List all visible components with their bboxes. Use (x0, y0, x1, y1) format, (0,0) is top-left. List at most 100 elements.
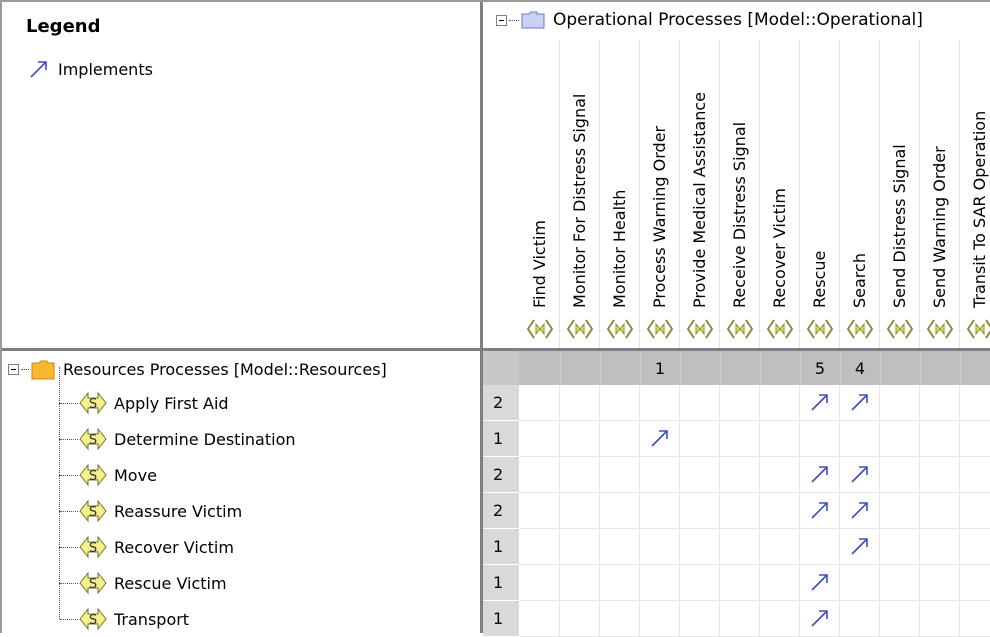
matrix-cell[interactable] (520, 565, 560, 601)
column-header[interactable]: Search (840, 60, 880, 308)
column-header[interactable]: Rescue (800, 60, 840, 308)
row-item[interactable]: S Reassure Victim (78, 493, 242, 529)
column-header[interactable]: Monitor For Distress Signal (560, 60, 600, 308)
collapse-toggle[interactable] (8, 363, 19, 375)
matrix-cell[interactable] (880, 457, 920, 493)
matrix-cell[interactable] (680, 493, 720, 529)
matrix-cell[interactable] (680, 457, 720, 493)
matrix-cell[interactable] (800, 421, 840, 457)
matrix-cell[interactable] (800, 565, 840, 601)
matrix-cell[interactable] (960, 457, 990, 493)
matrix-cell[interactable] (760, 601, 800, 637)
matrix-cell[interactable] (960, 421, 990, 457)
matrix-cell[interactable] (840, 565, 880, 601)
row-item[interactable]: S Rescue Victim (78, 565, 227, 601)
matrix-cell[interactable] (560, 565, 600, 601)
matrix-cell[interactable] (760, 493, 800, 529)
matrix-cell[interactable] (560, 529, 600, 565)
matrix-cell[interactable] (720, 493, 760, 529)
matrix-cell[interactable] (760, 457, 800, 493)
column-header[interactable]: Send Distress Signal (880, 60, 920, 308)
matrix-cell[interactable] (640, 421, 680, 457)
matrix-cell[interactable] (600, 565, 640, 601)
matrix-cell[interactable] (600, 421, 640, 457)
matrix-cell[interactable] (960, 565, 990, 601)
matrix-cell[interactable] (720, 385, 760, 421)
column-header[interactable]: Find Victim (520, 60, 560, 308)
matrix-cell[interactable] (520, 385, 560, 421)
matrix-cell[interactable] (640, 529, 680, 565)
matrix-cell[interactable] (640, 385, 680, 421)
row-item[interactable]: S Apply First Aid (78, 385, 229, 421)
matrix-cell[interactable] (600, 493, 640, 529)
matrix-cell[interactable] (800, 493, 840, 529)
matrix-cell[interactable] (680, 565, 720, 601)
matrix-cell[interactable] (840, 601, 880, 637)
matrix-cell[interactable] (720, 421, 760, 457)
collapse-toggle[interactable] (496, 14, 507, 26)
column-header[interactable]: Recover Victim (760, 60, 800, 308)
matrix-cell[interactable] (520, 601, 560, 637)
row-item[interactable]: S Determine Destination (78, 421, 296, 457)
matrix-cell[interactable] (720, 457, 760, 493)
matrix-cell[interactable] (920, 385, 960, 421)
matrix-cell[interactable] (880, 601, 920, 637)
matrix-cell[interactable] (840, 529, 880, 565)
matrix-cell[interactable] (640, 601, 680, 637)
matrix-cell[interactable] (960, 601, 990, 637)
matrix-cell[interactable] (560, 421, 600, 457)
matrix-cell[interactable] (800, 601, 840, 637)
matrix-cell[interactable] (880, 493, 920, 529)
matrix-cell[interactable] (880, 565, 920, 601)
matrix-cell[interactable] (680, 385, 720, 421)
matrix-cell[interactable] (800, 529, 840, 565)
matrix-cell[interactable] (920, 565, 960, 601)
matrix-cell[interactable] (560, 457, 600, 493)
matrix-cell[interactable] (840, 457, 880, 493)
matrix-cell[interactable] (520, 529, 560, 565)
matrix-cell[interactable] (520, 457, 560, 493)
row-item[interactable]: S Transport (78, 601, 189, 637)
matrix-cell[interactable] (960, 529, 990, 565)
matrix-cell[interactable] (760, 421, 800, 457)
matrix-cell[interactable] (920, 529, 960, 565)
matrix-cell[interactable] (720, 565, 760, 601)
matrix-cell[interactable] (920, 421, 960, 457)
matrix-cell[interactable] (560, 493, 600, 529)
column-header[interactable]: Transit To SAR Operation (960, 60, 990, 308)
matrix-cell[interactable] (880, 421, 920, 457)
matrix-cell[interactable] (840, 385, 880, 421)
matrix-cell[interactable] (920, 601, 960, 637)
matrix-cell[interactable] (760, 529, 800, 565)
column-header[interactable]: Receive Distress Signal (720, 60, 760, 308)
matrix-cell[interactable] (840, 493, 880, 529)
matrix-cell[interactable] (840, 421, 880, 457)
matrix-cell[interactable] (560, 385, 600, 421)
matrix-cell[interactable] (640, 565, 680, 601)
column-group-header[interactable]: Operational Processes [Model::Operationa… (496, 10, 923, 30)
matrix-cell[interactable] (880, 529, 920, 565)
matrix-cell[interactable] (720, 529, 760, 565)
matrix-cell[interactable] (600, 529, 640, 565)
matrix-cell[interactable] (720, 601, 760, 637)
matrix-cell[interactable] (600, 601, 640, 637)
column-header[interactable]: Monitor Health (600, 60, 640, 308)
column-header[interactable]: Process Warning Order (640, 60, 680, 308)
column-header[interactable]: Send Warning Order (920, 60, 960, 308)
matrix-cell[interactable] (920, 457, 960, 493)
matrix-cell[interactable] (800, 385, 840, 421)
matrix-cell[interactable] (680, 529, 720, 565)
matrix-cell[interactable] (640, 457, 680, 493)
matrix-cell[interactable] (960, 493, 990, 529)
matrix-cell[interactable] (520, 421, 560, 457)
matrix-cell[interactable] (680, 421, 720, 457)
row-group-header[interactable]: Resources Processes [Model::Resources] (8, 351, 387, 387)
matrix-cell[interactable] (960, 385, 990, 421)
matrix-cell[interactable] (920, 493, 960, 529)
matrix-cell[interactable] (800, 457, 840, 493)
column-header[interactable]: Provide Medical Assistance (680, 60, 720, 308)
matrix-cell[interactable] (680, 601, 720, 637)
matrix-cell[interactable] (600, 457, 640, 493)
matrix-cell[interactable] (760, 385, 800, 421)
matrix-cell[interactable] (880, 385, 920, 421)
